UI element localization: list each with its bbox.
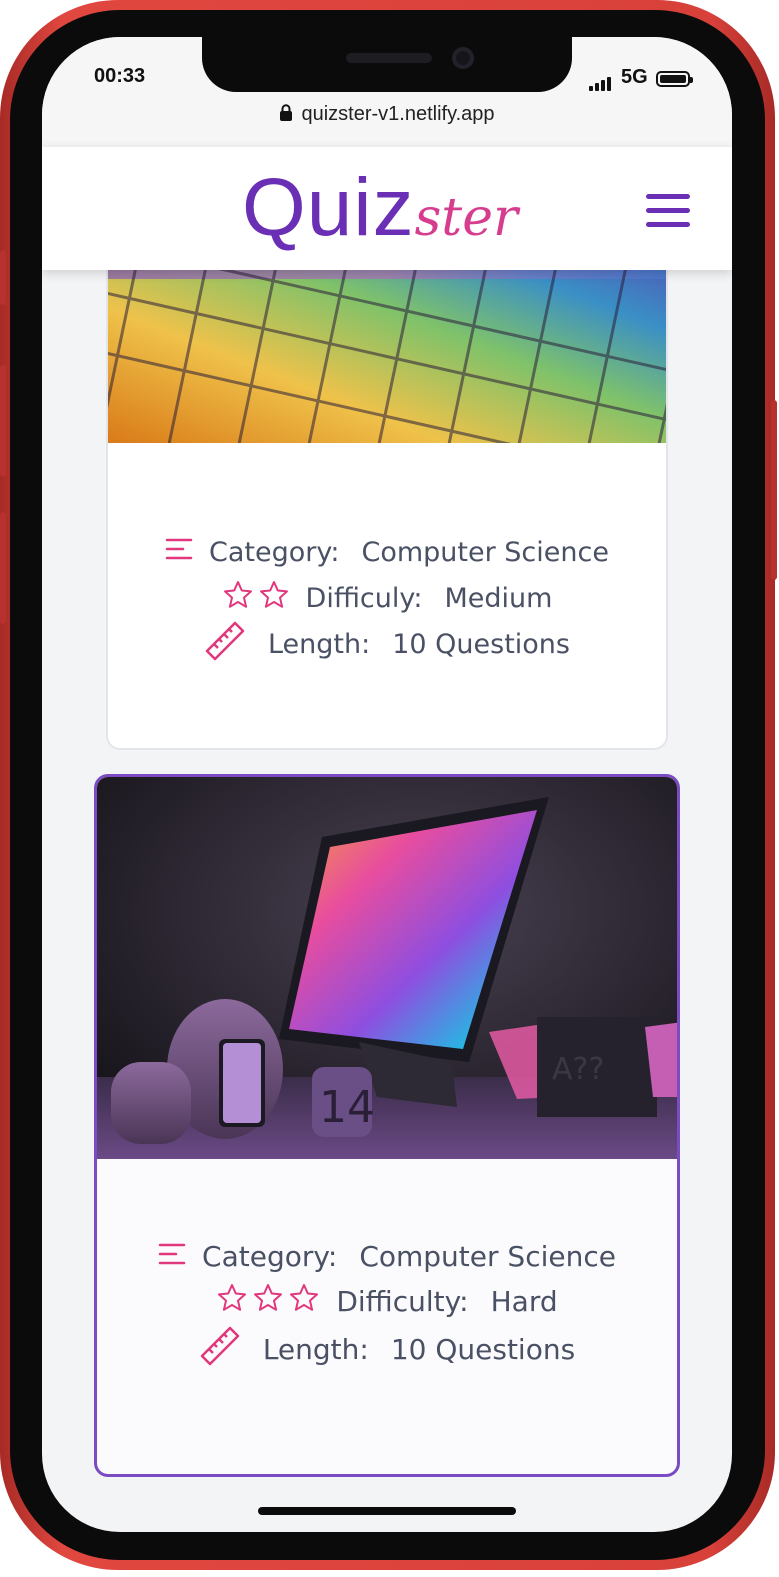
length-label: Length: <box>262 1332 369 1366</box>
logo-accent-text: ster <box>414 188 518 248</box>
difficulty-label: Difficuly: <box>305 582 423 614</box>
phone-side-button <box>771 400 777 580</box>
category-row: Category: Computer Science <box>108 529 666 575</box>
quiz-info: Category: Computer Science Difficulty: H… <box>97 1234 677 1374</box>
category-value: Computer Science <box>359 1239 616 1273</box>
lock-icon <box>279 104 293 128</box>
length-label: Length: <box>267 628 371 660</box>
address-bar[interactable]: quizster-v1.netlify.app <box>42 103 732 128</box>
list-align-icon <box>165 537 195 568</box>
logo-main-text: Quiz <box>242 162 415 253</box>
quiz-thumbnail-apple-devices: 14 A?? <box>97 777 677 1159</box>
length-row: Length: 10 Questions <box>108 621 666 667</box>
category-value: Computer Science <box>361 536 609 568</box>
difficulty-value: Hard <box>490 1284 558 1318</box>
quiz-info: Category: Computer Science Difficuly: Me… <box>108 529 666 667</box>
hamburger-menu-icon[interactable] <box>646 194 690 230</box>
svg-text:A??: A?? <box>552 1052 604 1087</box>
screen: 00:33 5G quizster-v1.netlify.app Categor… <box>42 37 732 1532</box>
signal-icon <box>589 72 613 91</box>
status-time: 00:33 <box>94 65 146 87</box>
ruler-icon <box>204 620 246 669</box>
length-value: 10 Questions <box>390 1332 576 1366</box>
ruler-icon <box>199 1325 241 1374</box>
phone-side-button <box>0 512 6 624</box>
quizster-logo[interactable]: Quizster <box>242 161 518 255</box>
quiz-card-selected[interactable]: 14 A?? Category: Computer Science Diffic… <box>94 774 680 1477</box>
app-header: Quizster <box>42 147 732 270</box>
phone-side-button <box>0 365 6 477</box>
category-row: Category: Computer Science <box>97 1234 677 1278</box>
difficulty-value: Medium <box>444 582 553 614</box>
front-camera <box>452 47 474 69</box>
difficulty-row: Difficuly: Medium <box>108 575 666 621</box>
battery-icon <box>656 71 693 87</box>
svg-text:14: 14 <box>319 1082 375 1133</box>
star-icon <box>216 1283 322 1320</box>
phone-side-button <box>0 250 6 305</box>
network-label: 5G <box>621 66 648 88</box>
url-text: quizster-v1.netlify.app <box>301 103 495 125</box>
difficulty-label: Difficulty: <box>336 1284 469 1318</box>
category-label: Category: <box>202 1239 338 1273</box>
home-indicator <box>258 1507 516 1515</box>
difficulty-row: Difficulty: Hard <box>97 1278 677 1324</box>
category-label: Category: <box>209 536 340 568</box>
star-icon <box>222 580 292 617</box>
length-value: 10 Questions <box>392 628 570 660</box>
list-align-icon <box>158 1240 188 1273</box>
quiz-card[interactable]: Category: Computer Science Difficuly: Me… <box>106 217 668 750</box>
length-row: Length: 10 Questions <box>97 1324 677 1374</box>
notch <box>202 37 572 92</box>
speaker-grille <box>346 53 432 63</box>
